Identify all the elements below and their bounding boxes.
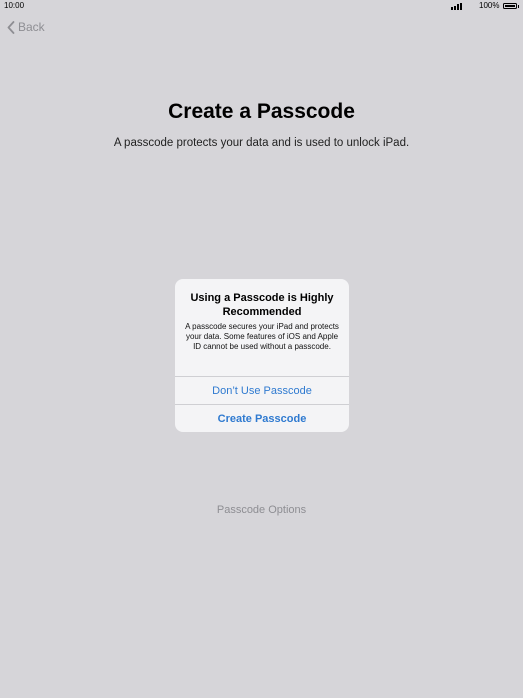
chevron-left-icon (7, 20, 15, 34)
back-label: Back (18, 20, 45, 34)
alert-title: Using a Passcode is Highly Recommended (190, 292, 334, 318)
create-passcode-button[interactable]: Create Passcode (175, 404, 349, 432)
status-right: 100% (451, 0, 519, 12)
battery-percentage: 100% (479, 1, 500, 10)
status-time: 10:00 (4, 1, 25, 10)
dont-use-passcode-button[interactable]: Don’t Use Passcode (175, 376, 349, 404)
page-title: Create a Passcode (168, 100, 355, 123)
alert-message: A passcode secures your iPad and protect… (185, 322, 339, 351)
passcode-alert: Using a Passcode is Highly Recommended A… (175, 279, 349, 432)
back-button[interactable]: Back (7, 20, 45, 34)
battery-cap (517, 4, 519, 8)
battery-icon (502, 3, 517, 9)
page-subtitle: A passcode protects your data and is use… (113, 137, 410, 149)
status-bar: 10:00 100% (0, 0, 523, 12)
passcode-options-link[interactable]: Passcode Options (0, 504, 523, 516)
signal-icon (451, 2, 463, 10)
